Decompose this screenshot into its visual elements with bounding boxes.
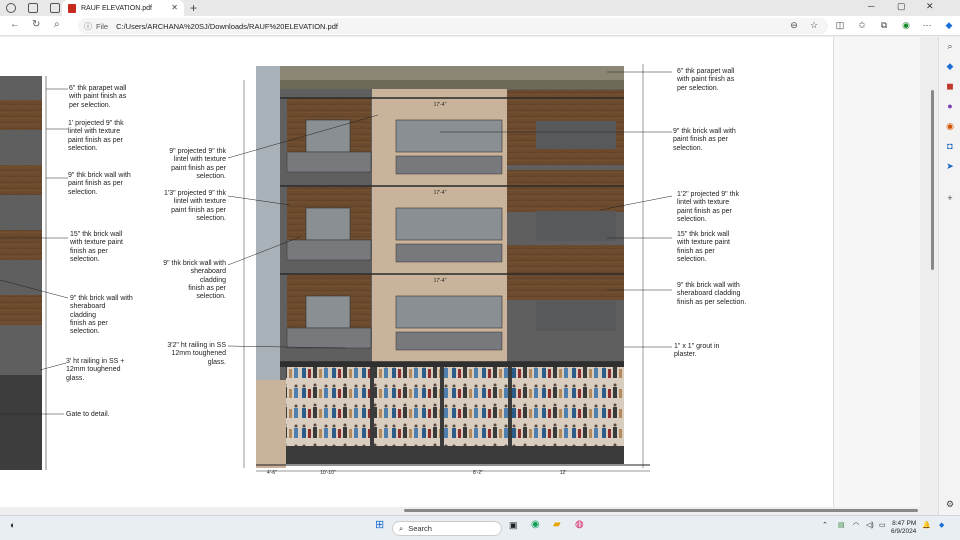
- extensions-icon[interactable]: ◉: [901, 20, 911, 30]
- minimize-button[interactable]: ─: [868, 1, 874, 11]
- task-view-icon[interactable]: ▣: [509, 520, 518, 531]
- right-note-1: 6" thk parapet wall with paint finish as p…: [677, 68, 735, 92]
- search-icon[interactable]: ⌕: [54, 19, 60, 30]
- right-note-2: 9" thk brick wall with paint finish as pe…: [673, 128, 736, 152]
- refresh-icon[interactable]: ↻: [32, 19, 40, 30]
- sidebar-outlook-icon[interactable]: ◘: [945, 141, 955, 151]
- copilot-icon[interactable]: ◆: [944, 20, 954, 30]
- left-note-2: 1' projected 9" thk lintel with texture pa…: [68, 120, 124, 152]
- new-tab-button[interactable]: +: [190, 1, 197, 15]
- copilot-taskbar-icon[interactable]: ◆: [939, 521, 944, 529]
- bottom-dim-4: 12': [560, 470, 567, 476]
- zoom-icon[interactable]: ⊖: [789, 20, 799, 30]
- sidebar-tools-icon[interactable]: ◼: [945, 81, 955, 91]
- left-note-7: Gate to detail.: [66, 411, 110, 418]
- close-tab-icon[interactable]: ✕: [171, 3, 178, 12]
- url-text: C:/Users/ARCHANA%20SJ/Downloads/RAUF%20E…: [116, 21, 338, 31]
- edge-sidebar: ⌕ ◆ ◼ ● ◉ ◘ ➤ + ⚙: [938, 37, 960, 515]
- split-screen-icon[interactable]: ◫: [835, 20, 845, 30]
- explorer-taskbar-icon[interactable]: ▰: [553, 519, 561, 530]
- maximize-button[interactable]: ▢: [897, 1, 906, 12]
- workspaces-icon[interactable]: [28, 3, 38, 13]
- bottom-dim-2: 10'-10": [320, 470, 336, 476]
- tray-app-icon[interactable]: ▤: [838, 521, 845, 529]
- back-icon[interactable]: ←: [10, 19, 20, 30]
- clock-time: 8:47 PM: [892, 520, 917, 527]
- floor-dim-2: 17'-4": [434, 190, 447, 196]
- more-menu-icon[interactable]: ⋯: [922, 20, 932, 30]
- taskbar-search-icon: ⌕: [399, 523, 404, 533]
- info-icon[interactable]: ⓘ: [84, 21, 92, 32]
- taskbar-search-label: Search: [408, 524, 432, 533]
- floor-dim-3: 17'-4": [434, 278, 447, 284]
- system-clock[interactable]: 8:47 PM 6/9/2024: [891, 520, 916, 536]
- sidebar-add-icon[interactable]: +: [945, 193, 955, 203]
- favorites-bar-icon[interactable]: ✩: [857, 20, 867, 30]
- start-icon[interactable]: ⊞: [375, 518, 384, 531]
- left-note-5: 9" thk brick wall with sheraboard cladding…: [70, 295, 133, 336]
- sidebar-games-icon[interactable]: ●: [945, 101, 955, 111]
- viewer-margin: [833, 37, 920, 507]
- widgets-icon[interactable]: ◐: [10, 520, 15, 530]
- address-field[interactable]: ⓘ File C:/Users/ARCHANA%20SJ/Downloads/R…: [78, 18, 828, 34]
- pdf-viewer[interactable]: 17'-4" 17'-4" 17'-4" 4'-6" 10'-10" 8'-2"…: [0, 37, 920, 507]
- mid-note-1: 9" projected 9" thk lintel with texture pa…: [169, 148, 226, 180]
- right-note-4: 15" thk brick wall with texture paint fini…: [677, 231, 730, 263]
- volume-icon[interactable]: ◁): [866, 521, 874, 529]
- bottom-dim-1: 4'-6": [267, 470, 277, 476]
- horizontal-scroll-thumb[interactable]: [404, 509, 918, 512]
- mid-note-2: 1'3" projected 9" thk lintel with texture…: [164, 190, 226, 222]
- notification-icon[interactable]: 🔔: [922, 521, 931, 529]
- tab-actions-icon[interactable]: [50, 3, 60, 13]
- sidebar-search-icon[interactable]: ⌕: [945, 41, 955, 51]
- tab-pdf[interactable]: RAUF ELEVATION.pdf ✕: [62, 0, 184, 16]
- app-taskbar-icon[interactable]: ◍: [575, 519, 584, 530]
- mid-note-3: 9" thk brick wall with sheraboard cladding…: [163, 260, 226, 301]
- left-note-3: 9" thk brick wall with paint finish as pe…: [68, 172, 131, 196]
- favorite-icon[interactable]: ☆: [809, 20, 819, 30]
- right-note-5: 9" thk brick wall with sheraboard claddin…: [677, 282, 747, 306]
- tray-overflow-icon[interactable]: ⌃: [822, 521, 828, 529]
- sidebar-shopping-icon[interactable]: ◆: [945, 61, 955, 71]
- sidebar-settings-icon[interactable]: ⚙: [945, 499, 955, 509]
- taskbar: ◐ ⊞ ⌕ Search ▣ ◉ ▰ ◍ ⌃ ▤ ◠ ◁) ▭ 8:47 PM …: [0, 515, 960, 540]
- sidebar-send-icon[interactable]: ➤: [945, 161, 955, 171]
- left-note-4: 15" thk brick wall with texture paint fini…: [70, 231, 123, 263]
- floor-dim-1: 17'-4": [434, 102, 447, 108]
- collections-icon[interactable]: ⧉: [879, 20, 889, 30]
- edge-taskbar-icon[interactable]: ◉: [531, 519, 540, 530]
- sidebar-office-icon[interactable]: ◉: [945, 121, 955, 131]
- pdf-icon: [68, 3, 76, 13]
- right-note-3: 1'2" projected 9" thk lintel with texture…: [677, 191, 739, 223]
- clock-date: 6/9/2024: [891, 528, 917, 535]
- tab-title: RAUF ELEVATION.pdf: [81, 4, 152, 12]
- left-note-1: 6" thk parapet wall with paint finish as p…: [69, 85, 127, 109]
- wifi-icon[interactable]: ◠: [853, 521, 859, 529]
- address-bar-row: ← ↻ ⌕ ⓘ File C:/Users/ARCHANA%20SJ/Downl…: [0, 16, 960, 36]
- vertical-scroll-thumb[interactable]: [931, 90, 934, 270]
- left-note-6: 3' ht railing in SS +12mm toughened glass…: [66, 358, 125, 382]
- taskbar-search[interactable]: ⌕ Search: [392, 521, 502, 536]
- bottom-dim-3: 8'-2": [473, 470, 483, 476]
- profile-icon[interactable]: [6, 3, 16, 13]
- close-window-button[interactable]: ✕: [926, 1, 934, 12]
- file-label: File: [96, 21, 109, 31]
- battery-icon[interactable]: ▭: [879, 521, 886, 529]
- right-note-6: 1" x 1" grout in plaster.: [674, 343, 720, 359]
- mid-note-4: 3'2" ht railing in SS 12mm toughened glass…: [167, 342, 226, 366]
